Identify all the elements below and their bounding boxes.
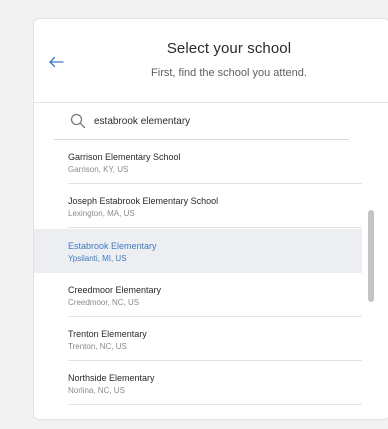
- school-location: Garrison, KY, US: [68, 165, 129, 174]
- school-list-item-selected[interactable]: Estabrook Elementary Ypsilanti, MI, US: [34, 229, 362, 273]
- school-list-item[interactable]: Creedmoor Elementary Creedmoor, NC, US: [34, 273, 362, 317]
- back-button[interactable]: [45, 51, 67, 73]
- school-name: Garrison Elementary School: [68, 152, 181, 162]
- school-list-item[interactable]: Trenton Elementary Trenton, NC, US: [34, 317, 362, 361]
- row-divider: [68, 404, 362, 405]
- school-name: Creedmoor Elementary: [68, 285, 162, 295]
- school-location: Lexington, MA, US: [68, 209, 135, 218]
- school-list-item[interactable]: Northside Elementary Norlina, NC, US: [34, 361, 362, 405]
- arrow-left-icon: [49, 56, 64, 68]
- school-name: Joseph Estabrook Elementary School: [68, 196, 219, 206]
- school-location: Ypsilanti, MI, US: [68, 254, 127, 263]
- school-list-item[interactable]: Garrison Elementary School Garrison, KY, …: [34, 140, 362, 184]
- school-list-item[interactable]: Joseph Estabrook Elementary School Lexing…: [34, 184, 362, 228]
- school-location: Creedmoor, NC, US: [68, 298, 140, 307]
- page-title: Select your school: [166, 40, 292, 57]
- school-name: Estabrook Elementary: [68, 241, 157, 251]
- scrollbar-thumb[interactable]: [368, 210, 374, 302]
- card-header: Select your school First, find the schoo…: [34, 19, 388, 103]
- search-icon: [70, 113, 86, 129]
- school-name: Trenton Elementary: [68, 329, 147, 339]
- page-subtitle: First, find the school you attend.: [151, 67, 307, 79]
- search-bar[interactable]: [54, 103, 349, 140]
- school-name: Northside Elementary: [68, 373, 155, 383]
- school-select-card: Select your school First, find the schoo…: [33, 18, 388, 420]
- school-location: Trenton, NC, US: [68, 342, 127, 351]
- scrollbar[interactable]: [368, 140, 374, 419]
- results-list: Garrison Elementary School Garrison, KY, …: [34, 140, 362, 419]
- school-location: Norlina, NC, US: [68, 386, 125, 395]
- row-divider: [68, 227, 362, 228]
- search-input[interactable]: [94, 115, 314, 127]
